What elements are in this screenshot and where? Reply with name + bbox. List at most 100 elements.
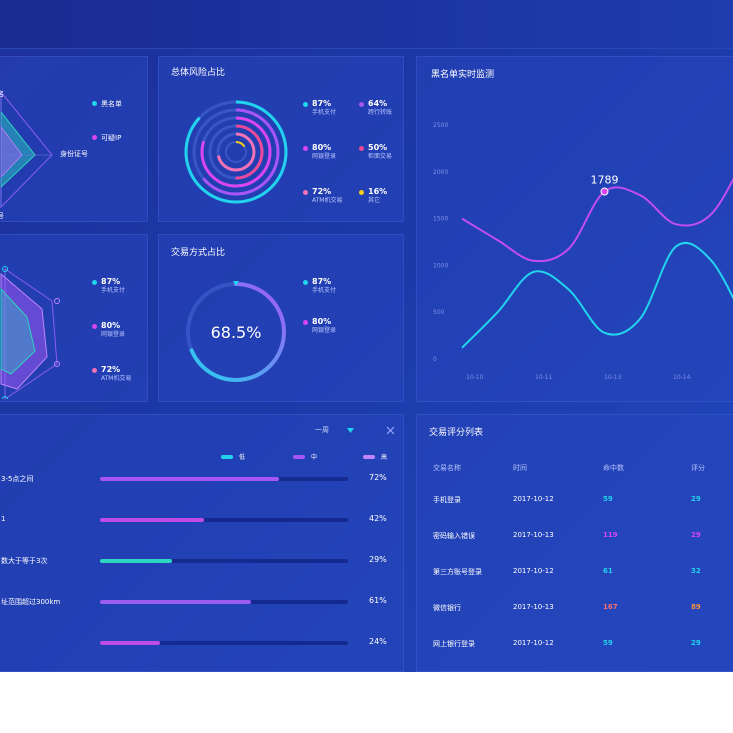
bar-track (100, 559, 348, 563)
legend-item: 64% 跨行转账 (368, 99, 392, 117)
legend-label: 中 (311, 454, 318, 461)
legend-dot (303, 146, 308, 151)
legend-label: 高 (381, 454, 388, 461)
table-cell-time: 2017-10-13 (513, 603, 554, 611)
legend-item: 72% ATM机交易 (312, 187, 342, 205)
legend-label: ATM机交易 (101, 375, 132, 382)
table-cell-score: 89 (691, 603, 701, 611)
peak-point (600, 187, 609, 196)
table-cell-name: 微信银行 (433, 604, 461, 612)
radar-top-label-top: 名 (0, 90, 4, 98)
close-icon[interactable] (386, 426, 395, 435)
panel-title: 交易评分列表 (429, 428, 484, 438)
legend-item: 72% ATM机交易 (101, 365, 131, 383)
legend-swatch (293, 455, 305, 459)
period-select[interactable]: 一周 (315, 425, 329, 435)
legend-label: 网银登录 (101, 331, 126, 338)
table-cell-time: 2017-10-12 (513, 567, 554, 575)
legend-item: 50% 柜面交易 (368, 143, 392, 161)
x-tick-label: 10-14 (673, 374, 691, 381)
legend-item: 80% 网银登录 (312, 143, 336, 161)
legend-swatch (221, 455, 233, 459)
legend-pct: 16% (368, 187, 388, 196)
radar-top-legend-1: 可疑IP (101, 134, 122, 142)
radar-mid-chart (0, 266, 60, 399)
risk-share-panel: 总体风险占比 87% 手机支付 64% 跨行转账 80% 网银登录 50% 柜面交易 72% AT… (158, 56, 404, 222)
y-tick-label: 1000 (433, 262, 448, 269)
table-header-time: 时间 (513, 464, 527, 472)
bar-fill (100, 518, 205, 522)
y-tick-label: 500 (433, 309, 445, 316)
table-cell-hits: 119 (603, 531, 618, 539)
table-cell-score: 29 (691, 495, 701, 503)
chevron-down-icon[interactable] (347, 428, 354, 433)
peak-annotation: 1789 (591, 174, 619, 187)
bar-value: 72% (369, 473, 387, 482)
table-cell-score: 29 (691, 639, 701, 647)
legend-dot (303, 320, 308, 325)
legend-pct: 72% (312, 187, 332, 196)
legend-dot (359, 190, 364, 195)
y-tick-label: 1500 (433, 216, 448, 223)
risk-rings-chart (184, 100, 288, 204)
table-cell-time: 2017-10-12 (513, 639, 554, 647)
legend-item: 87% 手机支付 (312, 277, 336, 295)
legend-pct: 80% (101, 321, 121, 330)
legend-label: ATM机交易 (312, 197, 343, 204)
bar-track (100, 600, 348, 604)
risk-bars-panel: 一周 低 中 高 3-5点之间 72% 1 42% 数大于等于3次 29% 址范围超过300km… (0, 414, 404, 672)
bar-value: 61% (369, 596, 387, 605)
legend-pct: 87% (101, 277, 121, 286)
legend-label: 网银登录 (312, 327, 337, 334)
bar-fill (100, 600, 252, 604)
legend-pct: 80% (312, 317, 332, 326)
top-bar (0, 0, 733, 49)
table-header-name: 交易名称 (433, 464, 461, 472)
table-cell-name: 密码输入错误 (433, 532, 475, 540)
legend-pct: 50% (368, 143, 388, 152)
bar-label: 址范围超过300km (1, 598, 61, 606)
legend-pct: 87% (312, 277, 332, 286)
bar-value: 29% (369, 555, 387, 564)
legend-item: 87% 手机支付 (312, 99, 336, 117)
legend-label: 手机支付 (312, 287, 337, 294)
legend-pct: 80% (312, 143, 332, 152)
legend-dot (303, 280, 308, 285)
radar-top-chart (0, 90, 53, 209)
legend-label: 手机支付 (312, 109, 337, 116)
bar-value: 42% (369, 514, 387, 523)
x-tick-label: 10-11 (535, 374, 553, 381)
trade-method-value: 68.5% (210, 323, 262, 342)
legend-swatch (363, 455, 375, 459)
y-tick-label: 2000 (433, 169, 448, 176)
table-header-score: 评分 (691, 464, 705, 472)
legend-label: 低 (239, 454, 246, 461)
radar-top-legend-0: 黑名单 (101, 100, 122, 108)
bar-track (100, 477, 348, 481)
bar-label: 数大于等于3次 (1, 557, 48, 565)
blacklist-line-chart: 0 500 1000 1500 2000 2500 10-10 10-11 10-13 10-14… (433, 122, 733, 381)
radar-top-panel: 名 身份证号 号 黑名单 可疑IP (0, 56, 148, 222)
x-tick-label: 10-10 (466, 374, 484, 381)
dashboard-frame: 名 身份证号 号 黑名单 可疑IP 总体风险占比 87% 手机支付 64% 跨行转账 8… (0, 0, 733, 672)
table-cell-score: 29 (691, 531, 701, 539)
table-cell-hits: 167 (603, 603, 618, 611)
legend-dot (303, 102, 308, 107)
legend-item: 87% 手机支付 (101, 277, 125, 295)
legend-item: 80% 网银登录 (312, 317, 336, 335)
bar-label: 1 (1, 515, 6, 523)
legend-dot (92, 280, 97, 285)
trade-method-panel: 交易方式占比 68.5% 87% 手机支付 80% 网银登录 (158, 234, 404, 402)
radar-top-label-bottom: 号 (0, 212, 4, 220)
table-cell-hits: 59 (603, 495, 613, 503)
y-tick-label: 0 (433, 356, 437, 363)
panel-title: 交易方式占比 (171, 248, 226, 258)
legend-pct: 72% (101, 365, 121, 374)
trade-score-panel: 交易评分列表 交易名称 时间 命中数 评分 手机登录 2017-10-12 59 29… (416, 414, 733, 672)
legend-label: 跨行转账 (368, 109, 393, 116)
blacklist-monitor-panel: 黑名单实时监测 0 500 1000 1500 2000 2500 10-10 10-11 10… (416, 56, 733, 402)
bar-fill (100, 477, 279, 481)
radar-top-axis-label: 身份证号 (60, 150, 88, 158)
bar-fill (100, 641, 160, 645)
legend-dot (92, 101, 97, 106)
